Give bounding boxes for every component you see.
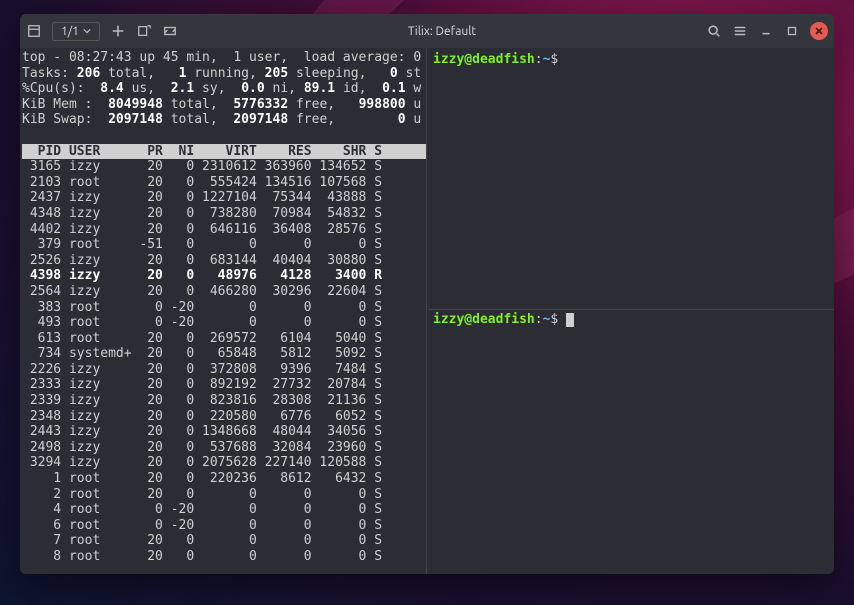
process-row: 7 root 20 0 0 0 0 S xyxy=(22,533,426,549)
process-row: 4 root 0 -20 0 0 0 S xyxy=(22,502,426,518)
terminal-pane-right: izzy@deadfish:~$ izzy@deadfish:~$ xyxy=(427,48,834,574)
process-row: 2498 izzy 20 0 537688 32084 23960 S xyxy=(22,440,426,456)
hamburger-menu-icon[interactable] xyxy=(732,23,748,39)
terminal-pane-left[interactable]: top - 08:27:43 up 45 min, 1 user, load a… xyxy=(20,48,427,574)
chevron-down-icon xyxy=(83,28,91,34)
process-row: 4348 izzy 20 0 738280 70984 54832 S xyxy=(22,206,426,222)
process-row: 2 root 20 0 0 0 0 S xyxy=(22,487,426,503)
process-row: 379 root -51 0 0 0 0 S xyxy=(22,237,426,253)
new-window-icon[interactable] xyxy=(136,23,152,39)
process-row: 8 root 20 0 0 0 0 S xyxy=(22,549,426,565)
process-row: 3165 izzy 20 0 2310612 363960 134652 S xyxy=(22,159,426,175)
process-row: 2443 izzy 20 0 1348668 48044 34056 S xyxy=(22,424,426,440)
cursor xyxy=(566,313,574,327)
process-row: 2339 izzy 20 0 823816 28308 21136 S xyxy=(22,393,426,409)
add-tab-button[interactable] xyxy=(110,23,126,39)
process-row: 1 root 20 0 220236 8612 6432 S xyxy=(22,471,426,487)
prompt-user: izzy@deadfish xyxy=(433,52,535,67)
tab-counter[interactable]: 1/1 xyxy=(52,22,100,41)
process-row: 613 root 20 0 269572 6104 5040 S xyxy=(22,331,426,347)
window-title: Tilix: Default xyxy=(182,25,702,38)
process-row: 2526 izzy 20 0 683144 40404 30880 S xyxy=(22,253,426,269)
process-row: 383 root 0 -20 0 0 0 S xyxy=(22,300,426,316)
terminal-pane-bottom-right[interactable]: izzy@deadfish:~$ xyxy=(429,310,834,574)
top-summary-line: top - 08:27:43 up 45 min, 1 user, load a… xyxy=(22,50,426,66)
process-row: 493 root 0 -20 0 0 0 S xyxy=(22,315,426,331)
process-row: 2348 izzy 20 0 220580 6776 6052 S xyxy=(22,409,426,425)
process-row: 2333 izzy 20 0 892192 27732 20784 S xyxy=(22,377,426,393)
tab-counter-label: 1/1 xyxy=(61,25,79,38)
sync-input-icon[interactable] xyxy=(162,23,178,39)
titlebar: 1/1 Tilix: Default xyxy=(20,14,834,48)
search-icon[interactable] xyxy=(706,23,722,39)
process-row: 3294 izzy 20 0 2075628 227140 120588 S xyxy=(22,455,426,471)
prompt-user: izzy@deadfish xyxy=(433,312,535,327)
process-row: 2564 izzy 20 0 466280 30296 22604 S xyxy=(22,284,426,300)
close-button[interactable] xyxy=(810,22,828,40)
process-row: 2437 izzy 20 0 1227104 75344 43888 S xyxy=(22,190,426,206)
process-row: 734 systemd+ 20 0 65848 5812 5092 S xyxy=(22,346,426,362)
terminal-panes: top - 08:27:43 up 45 min, 1 user, load a… xyxy=(20,48,834,574)
process-row: 6 root 0 -20 0 0 0 S xyxy=(22,518,426,534)
top-cpu-line: %Cpu(s): 8.4 us, 2.1 sy, 0.0 ni, 89.1 id… xyxy=(22,81,426,97)
process-row: 4402 izzy 20 0 646116 36408 28576 S xyxy=(22,222,426,238)
process-row: 2103 root 20 0 555424 134516 107568 S xyxy=(22,175,426,191)
app-menu-icon[interactable] xyxy=(26,23,42,39)
top-column-header: PID USER PR NI VIRT RES SHR S xyxy=(22,144,426,160)
maximize-button[interactable] xyxy=(784,23,800,39)
top-tasks-line: Tasks: 206 total, 1 running, 205 sleepin… xyxy=(22,66,426,82)
tilix-window: 1/1 Tilix: Default xyxy=(20,14,834,574)
terminal-pane-top-right[interactable]: izzy@deadfish:~$ xyxy=(429,50,834,310)
top-swap-line: KiB Swap: 2097148 total, 2097148 free, 0… xyxy=(22,112,426,128)
process-row: 4398 izzy 20 0 48976 4128 3400 R xyxy=(22,268,426,284)
top-mem-line: KiB Mem : 8049948 total, 5776332 free, 9… xyxy=(22,97,426,113)
minimize-button[interactable] xyxy=(758,23,774,39)
process-row: 2226 izzy 20 0 372808 9396 7484 S xyxy=(22,362,426,378)
